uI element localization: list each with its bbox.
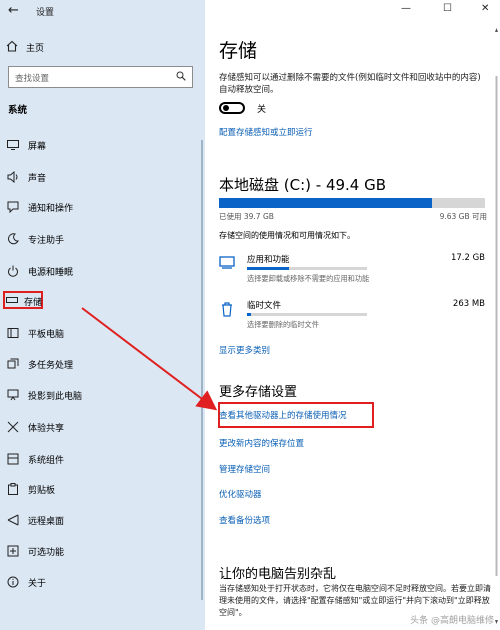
sidebar-item-power-sleep[interactable]: 电源和睡眠 bbox=[6, 262, 73, 280]
drive-used-label: 已使用 39.7 GB bbox=[219, 212, 274, 221]
power-icon bbox=[6, 264, 20, 278]
multitask-icon bbox=[6, 357, 20, 371]
sidebar-item-label: 剪贴板 bbox=[28, 485, 56, 496]
drive-free-label: 9.63 GB 可用 bbox=[439, 212, 487, 221]
sidebar-item-tablet[interactable]: 平板电脑 bbox=[6, 324, 64, 342]
optimize-drives-link[interactable]: 优化驱动器 bbox=[219, 488, 262, 500]
category-name: 应用和功能 bbox=[247, 255, 290, 265]
category-usage-fill bbox=[247, 313, 251, 316]
sidebar-item-label: 多任务处理 bbox=[28, 360, 74, 371]
search-input[interactable]: 查找设置 bbox=[8, 66, 193, 88]
category-size: 17.2 GB bbox=[450, 253, 485, 263]
sidebar-item-remote-desktop[interactable]: 远程桌面 bbox=[6, 511, 64, 529]
sidebar-item-label: 远程桌面 bbox=[28, 516, 65, 527]
sidebar-item-label: 关于 bbox=[28, 578, 47, 589]
sidebar-item-label: 通知和操作 bbox=[28, 203, 74, 214]
sidebar-item-label: 平板电脑 bbox=[28, 329, 65, 340]
back-arrow-icon[interactable]: ← bbox=[8, 3, 19, 18]
toggle-state-label: 关 bbox=[257, 105, 267, 115]
change-save-location-link[interactable]: 更改新内容的保存位置 bbox=[219, 437, 304, 449]
toggle-knob bbox=[223, 105, 229, 111]
sidebar-item-sound[interactable]: 声音 bbox=[6, 168, 46, 186]
tablet-icon bbox=[6, 326, 20, 340]
close-icon[interactable]: ✕ bbox=[481, 3, 489, 14]
sidebar-item-display[interactable]: 屏幕 bbox=[6, 136, 46, 154]
storage-sense-description: 存储感知可以通过删除不需要的文件(例如临时文件和回收站中的内容)自动释放空间。 bbox=[219, 73, 481, 95]
manage-storage-spaces-link[interactable]: 管理存储空间 bbox=[219, 463, 270, 475]
category-subtext: 选择要卸载或移除不需要的应用和功能 bbox=[247, 274, 370, 283]
page-title: 存储 bbox=[219, 40, 258, 62]
moon-icon bbox=[6, 232, 20, 246]
sidebar-scrollbar[interactable] bbox=[201, 140, 203, 600]
drive-usage-fill bbox=[219, 198, 432, 208]
sidebar-item-about[interactable]: 关于 bbox=[6, 573, 46, 591]
share-icon bbox=[6, 420, 20, 434]
component-icon bbox=[6, 452, 20, 466]
page-scrollbar[interactable] bbox=[494, 26, 499, 626]
category-usage-bar bbox=[247, 267, 367, 270]
category-subtext: 选择要删除的临时文件 bbox=[247, 320, 319, 329]
sidebar-item-project[interactable]: 投影到此电脑 bbox=[6, 386, 82, 404]
maximize-icon[interactable]: ☐ bbox=[443, 3, 452, 14]
sidebar-item-focus-assist[interactable]: 专注助手 bbox=[6, 230, 64, 248]
sidebar-item-multitasking[interactable]: 多任务处理 bbox=[6, 355, 73, 373]
usage-description: 存储空间的使用情况和可用情况如下。 bbox=[219, 231, 355, 240]
more-settings-title: 更多存储设置 bbox=[219, 385, 298, 400]
settings-sidebar: ← 设置 主页 查找设置 系统 屏幕 声音 通知和操作 专注助手 电源和睡眠 存… bbox=[0, 0, 205, 630]
storage-sense-toggle[interactable] bbox=[219, 102, 245, 114]
drive-title: 本地磁盘 (C:) - 49.4 GB bbox=[219, 176, 387, 194]
sidebar-item-label: 体验共享 bbox=[28, 423, 65, 434]
sidebar-item-label: 可选功能 bbox=[28, 547, 65, 558]
backup-options-link[interactable]: 查看备份选项 bbox=[219, 514, 270, 526]
category-apps[interactable]: 应用和功能 17.2 GB 选择要卸载或移除不需要的应用和功能 bbox=[219, 251, 485, 291]
project-icon bbox=[6, 388, 20, 402]
minimize-icon[interactable]: — bbox=[401, 3, 411, 14]
sidebar-item-system-components[interactable]: 系统组件 bbox=[6, 450, 64, 468]
category-usage-bar bbox=[247, 313, 367, 316]
sidebar-home-label: 主页 bbox=[26, 44, 45, 54]
sidebar-item-notifications[interactable]: 通知和操作 bbox=[6, 198, 73, 216]
notification-icon bbox=[6, 200, 20, 214]
window-title: 设置 bbox=[36, 8, 55, 18]
sidebar-item-label: 专注助手 bbox=[28, 235, 65, 246]
home-icon bbox=[6, 40, 18, 55]
drive-usage-bar bbox=[219, 198, 485, 208]
sidebar-item-storage-label: 存储 bbox=[24, 298, 43, 308]
apps-icon bbox=[219, 256, 235, 269]
info-icon bbox=[6, 575, 20, 589]
clutter-title: 让你的电脑告别杂乱 bbox=[219, 567, 337, 582]
sidebar-item-clipboard[interactable]: 剪贴板 bbox=[6, 480, 55, 498]
search-icon bbox=[176, 71, 186, 81]
sidebar-home[interactable]: 主页 bbox=[6, 40, 44, 55]
sidebar-item-label: 屏幕 bbox=[28, 141, 47, 152]
category-name: 临时文件 bbox=[247, 301, 282, 311]
clipboard-icon bbox=[6, 482, 20, 496]
configure-storage-sense-link[interactable]: 配置存储感知或立即运行 bbox=[219, 126, 313, 138]
optional-icon bbox=[6, 544, 20, 558]
sidebar-item-label: 电源和睡眠 bbox=[28, 267, 74, 278]
search-placeholder: 查找设置 bbox=[15, 74, 50, 84]
sidebar-item-label: 投影到此电脑 bbox=[28, 391, 83, 402]
monitor-icon bbox=[6, 138, 20, 152]
sidebar-item-label: 系统组件 bbox=[28, 455, 65, 466]
sidebar-section-title: 系统 bbox=[8, 105, 28, 116]
category-temp-files[interactable]: 临时文件 263 MB 选择要删除的临时文件 bbox=[219, 297, 485, 337]
sidebar-item-optional-features[interactable]: 可选功能 bbox=[6, 542, 64, 560]
storage-icon bbox=[5, 293, 19, 307]
category-usage-fill bbox=[247, 267, 289, 270]
sidebar-item-shared-experiences[interactable]: 体验共享 bbox=[6, 418, 64, 436]
storage-page: — ☐ ✕ 存储 存储感知可以通过删除不需要的文件(例如临时文件和回收站中的内容… bbox=[205, 0, 500, 630]
show-more-categories-link[interactable]: 显示更多类别 bbox=[219, 344, 270, 356]
sidebar-item-label: 声音 bbox=[28, 173, 47, 184]
speaker-icon bbox=[6, 170, 20, 184]
category-size: 263 MB bbox=[452, 299, 485, 309]
watermark: 头条 @高朗电脑维修 bbox=[410, 616, 494, 626]
trash-icon bbox=[222, 302, 232, 317]
remote-icon bbox=[6, 513, 20, 527]
view-other-drives-link[interactable]: 查看其他驱动器上的存储使用情况 bbox=[219, 409, 347, 421]
